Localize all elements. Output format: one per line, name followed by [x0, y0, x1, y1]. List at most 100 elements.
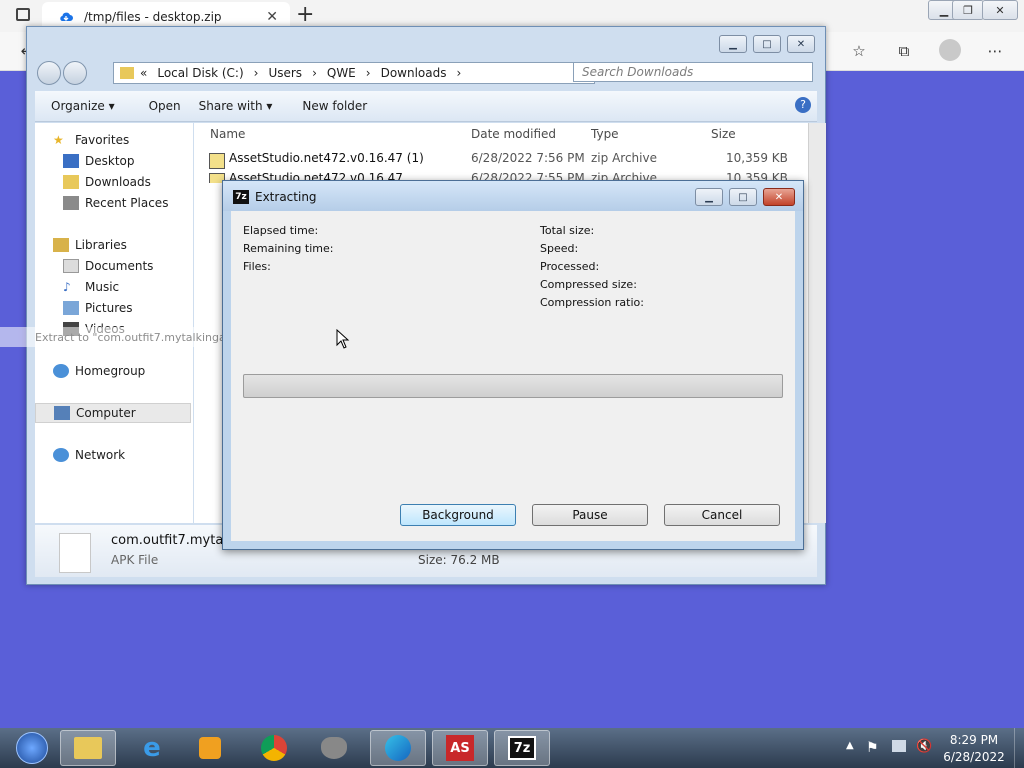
favorites-icon[interactable]: ☆	[848, 40, 870, 62]
folder-icon	[120, 67, 134, 79]
share-with-button[interactable]: Share with ▾	[199, 99, 273, 113]
organize-button[interactable]: Organize ▾	[51, 99, 115, 113]
extracting-dialog: 7z Extracting ▁ □ ✕ Elapsed time: Remain…	[222, 180, 804, 550]
back-forward-buttons[interactable]	[37, 61, 89, 85]
nav-libraries[interactable]: Libraries	[53, 238, 127, 252]
column-type[interactable]: Type	[591, 127, 619, 141]
star-icon: ★	[53, 133, 64, 147]
taskbar-chrome-icon[interactable]	[246, 730, 302, 766]
restore-button[interactable]: ❐	[952, 0, 984, 20]
forward-arrow-icon[interactable]	[63, 61, 87, 85]
nav-documents[interactable]: Documents	[63, 259, 153, 273]
mouse-cursor-icon	[336, 329, 350, 349]
breadcrumb-qwe[interactable]: QWE	[327, 66, 356, 80]
breadcrumb-local-disk[interactable]: Local Disk (C:)	[157, 66, 243, 80]
nav-computer[interactable]: Computer	[35, 403, 191, 423]
pause-button[interactable]: Pause	[532, 504, 648, 526]
cancel-button[interactable]: Cancel	[664, 504, 780, 526]
taskbar-internet-explorer-icon[interactable]: e	[124, 730, 180, 766]
nav-downloads[interactable]: Downloads	[63, 175, 151, 189]
compression-ratio-label: Compression ratio:	[540, 296, 644, 309]
tray-volume-muted-icon[interactable]: 🔇	[916, 739, 932, 754]
processed-label: Processed:	[540, 260, 600, 273]
dialog-minimize-button[interactable]: ▁	[695, 188, 723, 206]
tab-close-icon[interactable]: ✕	[266, 9, 278, 25]
clock-date[interactable]: 6/28/2022	[934, 750, 1014, 764]
file-icon	[59, 533, 91, 573]
help-icon[interactable]: ?	[795, 97, 811, 113]
details-filetype: APK File	[111, 553, 159, 567]
breadcrumb-sep: ›	[253, 66, 259, 80]
breadcrumb-sep: ›	[312, 66, 317, 80]
remaining-time-label: Remaining time:	[243, 242, 334, 255]
taskbar-7zip-icon[interactable]: 7z	[494, 730, 550, 766]
show-desktop-button[interactable]	[1014, 728, 1024, 768]
libraries-icon	[53, 238, 69, 252]
column-date-modified[interactable]: Date modified	[471, 127, 556, 141]
nav-network[interactable]: Network	[53, 448, 125, 462]
speed-label: Speed:	[540, 242, 579, 255]
taskbar-assetstudio-icon[interactable]: AS	[432, 730, 488, 766]
documents-icon	[63, 259, 79, 273]
homegroup-icon	[53, 364, 69, 378]
file-row[interactable]: AssetStudio.net472.v0.16.47 (1) 6/28/202…	[209, 151, 799, 171]
command-bar: Organize ▾ Open Share with ▾ New folder …	[35, 91, 817, 122]
new-folder-button[interactable]: New folder	[302, 99, 367, 113]
taskbar: e AS 7z ▲ ⚑ 🔇 8:29 PM 6/28/2022	[0, 728, 1024, 768]
breadcrumb-downloads[interactable]: Downloads	[381, 66, 447, 80]
nav-homegroup[interactable]: Homegroup	[53, 364, 145, 378]
open-button[interactable]: Open	[149, 99, 181, 113]
7zip-icon: 7z	[233, 190, 249, 204]
more-menu-icon[interactable]: ⋯	[984, 40, 1006, 62]
start-orb-icon[interactable]	[4, 730, 60, 766]
dialog-title: Extracting	[255, 190, 317, 204]
computer-icon	[54, 406, 70, 420]
tab-actions-icon[interactable]	[16, 8, 30, 21]
close-button[interactable]: ✕	[982, 0, 1018, 20]
breadcrumb-sep: ›	[456, 66, 462, 80]
files-label: Files:	[243, 260, 271, 273]
downloads-icon	[63, 175, 79, 189]
nav-recent-places[interactable]: Recent Places	[63, 196, 168, 210]
network-icon	[53, 448, 69, 462]
elapsed-time-label: Elapsed time:	[243, 224, 319, 237]
search-input[interactable]: Search Downloads	[573, 62, 813, 82]
taskbar-raccoon-app-icon[interactable]	[306, 730, 362, 766]
back-arrow-icon[interactable]	[37, 61, 61, 85]
desktop-icon	[63, 154, 79, 168]
nav-desktop[interactable]: Desktop	[63, 154, 135, 168]
explorer-close-button[interactable]: ✕	[787, 35, 815, 53]
column-name[interactable]: Name	[210, 127, 245, 141]
address-bar[interactable]: « Local Disk (C:) › Users › QWE › Downlo…	[113, 62, 595, 84]
taskbar-media-player-icon[interactable]	[182, 730, 238, 766]
dialog-maximize-button[interactable]: □	[729, 188, 757, 206]
tray-network-icon[interactable]	[892, 740, 906, 752]
vertical-scrollbar[interactable]	[808, 123, 826, 523]
clock-time[interactable]: 8:29 PM	[934, 733, 1014, 747]
background-button[interactable]: Background	[400, 504, 516, 526]
progress-bar	[243, 374, 783, 398]
zip-file-icon	[209, 153, 225, 169]
recent-places-icon	[63, 196, 79, 210]
dialog-body: Elapsed time: Remaining time: Files: Tot…	[231, 211, 795, 541]
nav-pictures[interactable]: Pictures	[63, 301, 133, 315]
new-tab-button[interactable]: +	[296, 2, 314, 27]
compressed-size-label: Compressed size:	[540, 278, 637, 291]
collections-icon[interactable]: ⧉	[893, 40, 915, 62]
column-size[interactable]: Size	[711, 127, 736, 141]
explorer-minimize-button[interactable]: ▁	[719, 35, 747, 53]
details-size: Size: 76.2 MB	[418, 553, 500, 567]
tray-flag-icon[interactable]: ⚑	[866, 740, 879, 756]
nav-favorites[interactable]: ★ Favorites	[53, 133, 129, 147]
dialog-close-button[interactable]: ✕	[763, 188, 795, 206]
taskbar-explorer-icon[interactable]	[60, 730, 116, 766]
taskbar-edge-icon[interactable]	[370, 730, 426, 766]
explorer-maximize-button[interactable]: □	[753, 35, 781, 53]
nav-music[interactable]: ♪ Music	[63, 280, 119, 294]
cloud-icon	[60, 12, 73, 21]
tray-show-hidden-icon[interactable]: ▲	[846, 740, 854, 751]
breadcrumb-users[interactable]: Users	[268, 66, 302, 80]
dialog-titlebar[interactable]: 7z Extracting ▁ □ ✕	[223, 181, 803, 211]
profile-avatar[interactable]	[939, 39, 961, 61]
breadcrumb-0[interactable]: «	[140, 66, 147, 80]
